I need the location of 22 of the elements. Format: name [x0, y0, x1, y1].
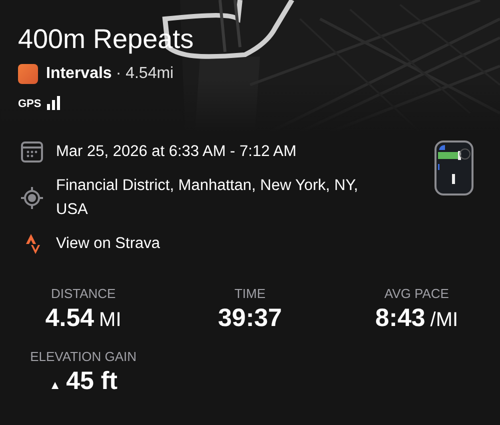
calendar-icon — [20, 140, 44, 164]
location: Financial District, Manhattan, New York, NY, USA — [56, 176, 360, 220]
activity-type: Intervals — [46, 65, 112, 83]
gps-label: GPS — [18, 98, 42, 110]
stat-label: ELEVATION GAIN — [30, 349, 137, 364]
stat-value: 4.54 — [45, 304, 94, 333]
activity-type-icon — [18, 64, 38, 84]
date-time: Mar 25, 2026 at 6:33 AM - 7:12 AM — [56, 142, 298, 162]
activity-distance: · 4.54mi — [116, 65, 174, 83]
location-icon — [20, 186, 44, 210]
stat-label: TIME — [234, 286, 266, 301]
stat-unit: MI — [99, 309, 122, 332]
stat-unit: /MI — [430, 309, 458, 332]
stat-value: 39:37 — [218, 304, 282, 333]
up-arrow-icon: ▲ — [49, 378, 62, 392]
stat-label: DISTANCE — [50, 286, 116, 301]
stat-value: 45 ft — [66, 367, 118, 396]
strava-link[interactable]: View on Strava — [56, 232, 160, 256]
stat-label: AVG PACE — [384, 286, 449, 301]
stat-value: 8:43 — [375, 304, 426, 333]
watch-icon — [434, 140, 474, 196]
signal-icon — [47, 96, 62, 110]
